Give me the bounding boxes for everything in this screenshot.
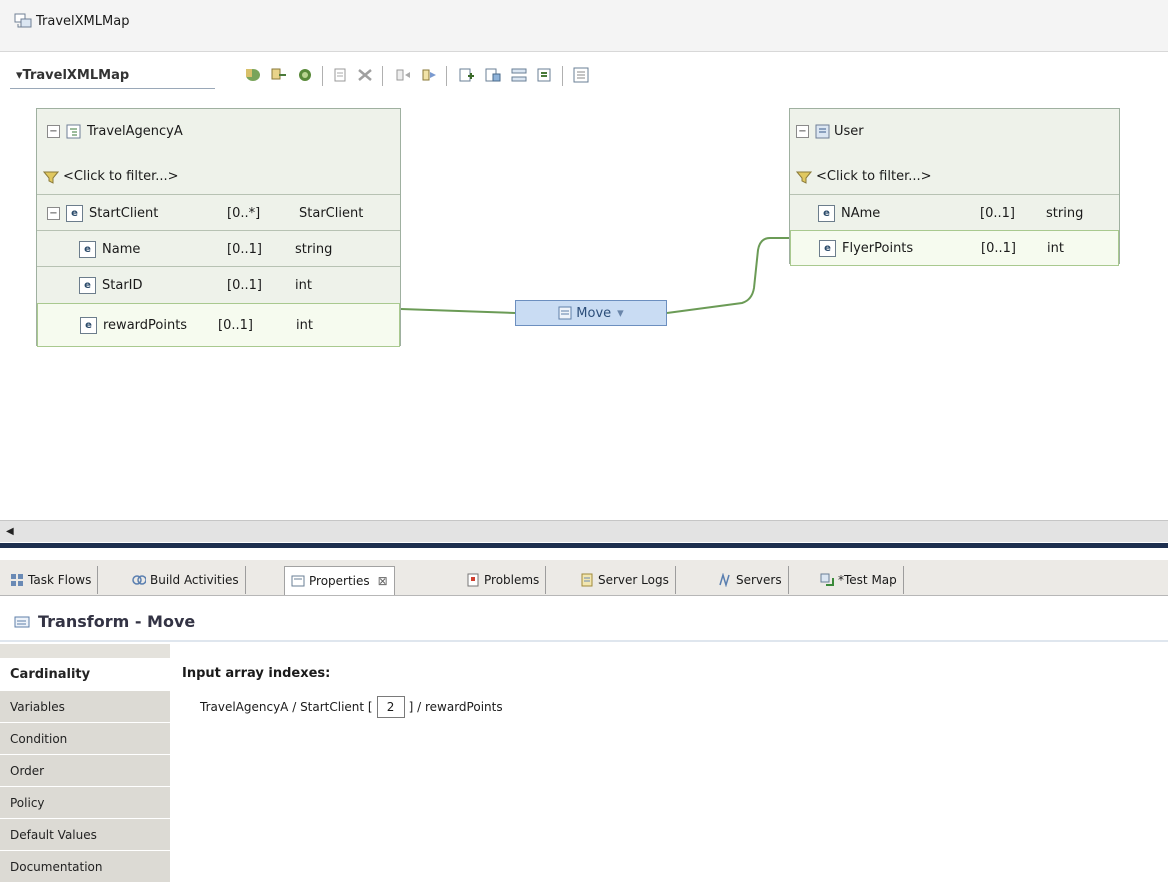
tab-task-flows[interactable]: Task Flows	[4, 566, 99, 594]
tab-build-activities[interactable]: Build Activities	[126, 566, 246, 594]
tab-test-map[interactable]: *Test Map	[814, 566, 904, 594]
scroll-left-icon[interactable]: ◀	[6, 526, 14, 537]
horizontal-scrollbar[interactable]: ◀	[0, 520, 1168, 542]
field-name: NAme	[841, 206, 881, 221]
task-flows-icon	[10, 573, 24, 587]
field-type: string	[1046, 206, 1084, 221]
transform-icon	[14, 614, 32, 630]
path-suffix: ] / rewardPoints	[408, 700, 503, 714]
tab-properties[interactable]: Properties ⊠	[284, 566, 395, 595]
server-logs-icon	[580, 573, 594, 587]
move-icon	[558, 306, 572, 320]
element-icon: e	[819, 239, 836, 257]
filter-text: <Click to filter...>	[816, 169, 932, 184]
structure-icon	[815, 124, 830, 139]
field-cardinality: [0..1]	[980, 206, 1015, 221]
side-tab-default-values[interactable]: Default Values	[0, 819, 170, 851]
close-icon[interactable]: ⊠	[378, 574, 388, 588]
side-tab-cardinality[interactable]: Cardinality	[0, 659, 170, 691]
build-activities-icon	[132, 573, 147, 587]
target-row[interactable]: e NAme [0..1] string	[790, 194, 1119, 232]
filter-icon	[795, 170, 813, 184]
servers-icon	[718, 572, 732, 588]
array-index-path: TravelAgencyA / StartClient [ 2 ] / rewa…	[200, 696, 503, 718]
field-cardinality: [0..1]	[981, 240, 1016, 256]
tab-problems[interactable]: Problems	[460, 566, 547, 594]
target-filter[interactable]: <Click to filter...>	[790, 158, 1119, 195]
field-type: int	[1047, 240, 1064, 256]
element-icon: e	[818, 205, 835, 222]
side-tab-variables[interactable]: Variables	[0, 691, 170, 723]
field-name: FlyerPoints	[842, 240, 914, 256]
target-title: User	[834, 124, 864, 139]
properties-icon	[291, 574, 305, 588]
tab-server-logs[interactable]: Server Logs	[574, 566, 676, 594]
transform-label: Move	[576, 305, 612, 321]
properties-side-tabs: Cardinality Variables Condition Order Po…	[0, 644, 170, 883]
chevron-down-icon[interactable]: ▾	[617, 306, 624, 321]
side-tab-policy[interactable]: Policy	[0, 787, 170, 819]
path-prefix: TravelAgencyA / StartClient [	[200, 700, 373, 714]
input-array-indexes-label: Input array indexes:	[182, 666, 331, 681]
problems-icon	[466, 573, 480, 587]
test-map-icon	[820, 573, 834, 587]
side-tab-condition[interactable]: Condition	[0, 723, 170, 755]
side-tab-spacer	[0, 644, 170, 659]
array-index-input[interactable]: 2	[376, 696, 405, 718]
target-header[interactable]: − User	[790, 113, 1119, 150]
target-box: − User <Click to filter...> e NAme [0..1…	[789, 108, 1120, 266]
transform-move-button[interactable]: Move ▾	[515, 300, 667, 326]
tab-servers[interactable]: Servers	[712, 566, 789, 594]
target-row-selected[interactable]: e FlyerPoints [0..1] int	[790, 230, 1119, 266]
side-tab-order[interactable]: Order	[0, 755, 170, 787]
properties-title: Transform - Move	[14, 612, 195, 631]
collapse-icon[interactable]: −	[796, 125, 809, 138]
side-tab-documentation[interactable]: Documentation	[0, 851, 170, 883]
pane-divider[interactable]	[0, 543, 1168, 548]
views-tab-bar: Task Flows Build Activities Properties ⊠…	[0, 560, 1168, 596]
title-underline	[0, 640, 1168, 642]
